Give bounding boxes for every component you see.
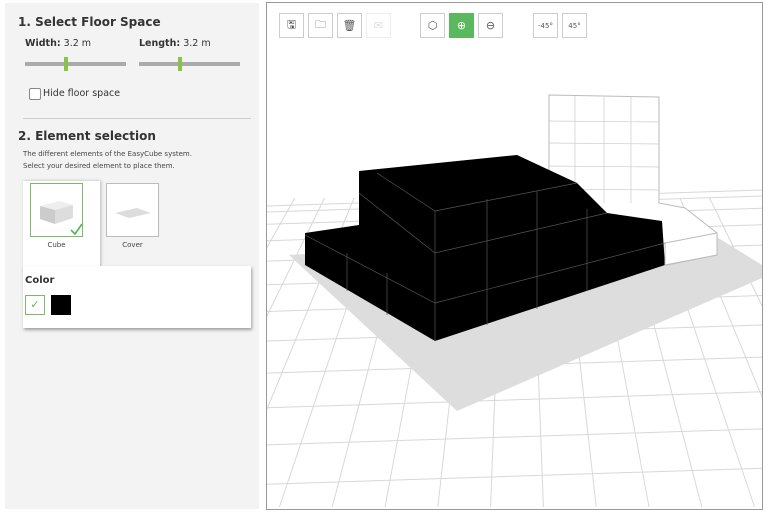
- hide-floor-label[interactable]: Hide floor space: [43, 88, 120, 99]
- element-cube-label: Cube: [30, 241, 83, 249]
- 3d-scene[interactable]: [267, 3, 762, 509]
- remove-cube-icon: ⊖: [486, 19, 495, 32]
- cube-thumbnail-icon: [31, 184, 84, 238]
- element-cover[interactable]: [106, 183, 159, 237]
- remove-cube-button[interactable]: ⊖: [478, 13, 503, 38]
- grid-line: [267, 392, 762, 408]
- sidebar: 1. Select Floor Space Width: 3.2 m Lengt…: [5, 3, 259, 509]
- mail-button[interactable]: ✉: [366, 13, 391, 38]
- rotate-right-button[interactable]: 45°: [562, 13, 587, 38]
- trash-icon: 🗑: [343, 19, 357, 32]
- length-slider[interactable]: [139, 62, 240, 66]
- width-slider[interactable]: [25, 62, 126, 66]
- open-button[interactable]: 🗀: [308, 13, 333, 38]
- cover-thumbnail-icon: [107, 184, 160, 238]
- rotate-left-45-icon: -45°: [538, 22, 553, 30]
- add-cube-icon: ⊕: [457, 19, 466, 32]
- rotate-cube-icon: ⬡: [428, 19, 438, 32]
- length-label: Length: 3.2 m: [139, 38, 211, 49]
- element-cube[interactable]: [30, 183, 83, 237]
- section-floor-title: 1. Select Floor Space: [18, 15, 161, 29]
- 3d-viewport[interactable]: 🖫 🗀 🗑 ✉ ⬡ ⊕ ⊖ -45° 45°: [266, 2, 763, 510]
- divider: [23, 118, 251, 119]
- delete-button[interactable]: 🗑: [337, 13, 362, 38]
- add-cube-button[interactable]: ⊕: [449, 13, 474, 38]
- color-title: Color: [25, 275, 54, 286]
- element-description: The different elements of the EasyCube s…: [23, 150, 192, 158]
- color-panel: Color ✓: [23, 266, 251, 328]
- open-folder-icon: 🗀: [315, 16, 326, 35]
- color-swatch-white[interactable]: ✓: [25, 295, 45, 315]
- mail-icon: ✉: [374, 19, 383, 32]
- save-button[interactable]: 🖫: [279, 13, 304, 38]
- element-cover-label: Cover: [106, 241, 159, 249]
- save-icon: 🖫: [287, 16, 296, 35]
- rotate-left-button[interactable]: -45°: [533, 13, 558, 38]
- grid-line: [267, 429, 762, 445]
- element-description-2: Select your desired element to place the…: [23, 162, 175, 170]
- hide-floor-checkbox[interactable]: [29, 88, 41, 100]
- rotate-cube-button[interactable]: ⬡: [420, 13, 445, 38]
- section-element-title: 2. Element selection: [18, 129, 156, 143]
- length-slider-thumb[interactable]: [178, 57, 182, 71]
- rotate-right-45-icon: 45°: [568, 22, 580, 30]
- color-swatch-black[interactable]: [51, 295, 71, 315]
- width-label: Width: 3.2 m: [25, 38, 91, 49]
- width-slider-thumb[interactable]: [64, 57, 68, 71]
